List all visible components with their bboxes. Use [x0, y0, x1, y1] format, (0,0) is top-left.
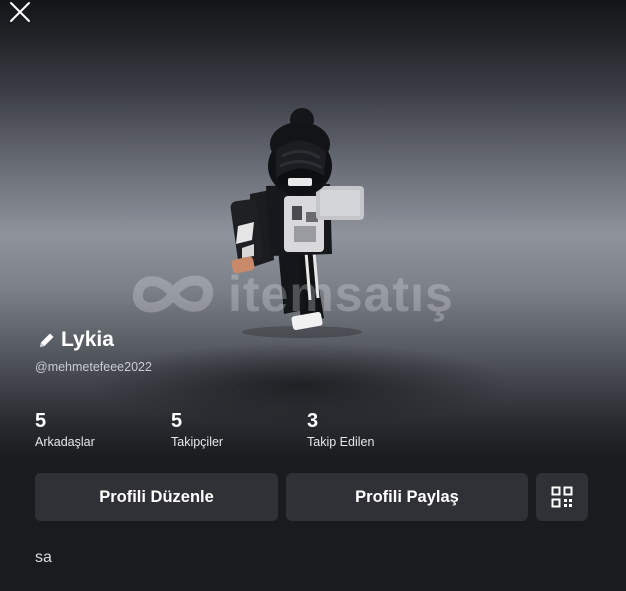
qr-code-button[interactable]: [536, 473, 588, 521]
stat-followers[interactable]: 5 Takipçiler: [171, 410, 223, 449]
stat-following-label: Takip Edilen: [307, 435, 375, 449]
share-profile-button[interactable]: Profili Paylaş: [286, 473, 528, 521]
username: @mehmetefeee2022: [35, 360, 152, 374]
pencil-icon[interactable]: [37, 330, 57, 350]
close-button[interactable]: [6, 0, 34, 26]
watermark-logo-icon: [133, 275, 213, 313]
display-name-text: Lykia: [61, 328, 114, 351]
qr-code-icon: [551, 486, 573, 508]
stat-following-count: 3: [307, 410, 319, 432]
close-icon: [10, 2, 30, 22]
stat-following[interactable]: 3 Takip Edilen: [307, 410, 374, 449]
profile-hero: itemsatış: [0, 0, 626, 460]
stat-followers-label: Takipçiler: [171, 435, 224, 449]
avatar-image: [230, 108, 364, 338]
edit-profile-button[interactable]: Profili Düzenle: [35, 473, 278, 521]
stat-followers-count: 5: [171, 410, 183, 432]
stat-friends-label: Arkadaşlar: [35, 435, 95, 449]
stat-friends-count: 5: [35, 410, 47, 432]
display-name: Lykia: [37, 328, 114, 352]
profile-bio: sa: [35, 549, 52, 566]
stat-friends[interactable]: 5 Arkadaşlar: [35, 410, 95, 449]
